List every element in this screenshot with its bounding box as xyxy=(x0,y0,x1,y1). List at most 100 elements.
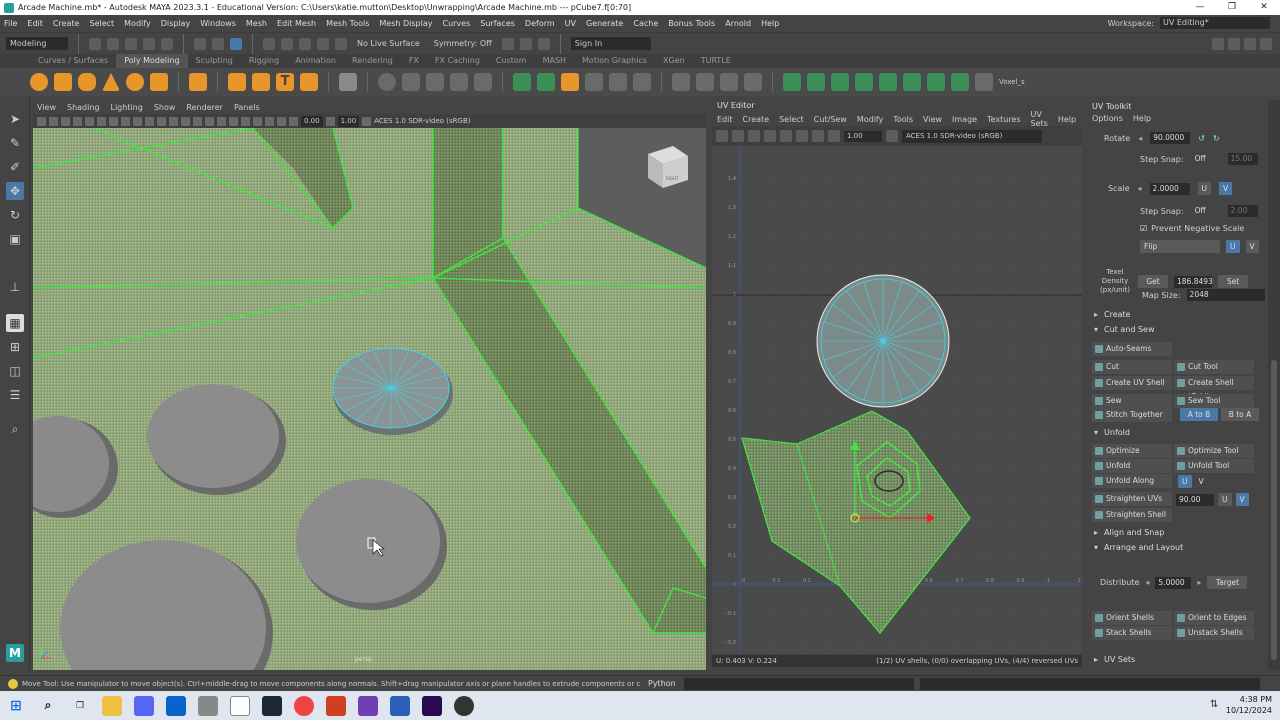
vp-menu-view[interactable]: View xyxy=(37,103,56,112)
exposure-field[interactable]: 0.00 xyxy=(301,115,323,127)
menuset-dropdown[interactable]: Modeling xyxy=(6,37,68,50)
word-icon[interactable] xyxy=(390,695,410,716)
premiere-icon[interactable] xyxy=(422,695,442,716)
b-to-a-button[interactable]: B to A xyxy=(1221,408,1259,421)
pause-icon[interactable] xyxy=(537,37,550,50)
system-clock[interactable]: 4:38 PM 10/12/2024 xyxy=(1226,694,1272,716)
shelf-tab-fx-caching[interactable]: FX Caching xyxy=(427,54,488,68)
menu-generate[interactable]: Generate xyxy=(586,19,623,28)
menu-curves[interactable]: Curves xyxy=(442,19,470,28)
flip-button[interactable]: Flip xyxy=(1140,240,1220,253)
unfold-along-v-button[interactable]: V xyxy=(1195,475,1208,488)
task-view-icon[interactable]: ❐ xyxy=(70,696,90,716)
uv-menu-modify[interactable]: Modify xyxy=(857,115,884,124)
optimize-button[interactable]: Optimize xyxy=(1092,444,1172,458)
menu-deform[interactable]: Deform xyxy=(525,19,555,28)
redo-icon[interactable] xyxy=(161,37,173,50)
maximize-button[interactable]: ❐ xyxy=(1216,0,1248,15)
flip-v-button[interactable]: V xyxy=(1245,240,1259,253)
select-hierarchy-icon[interactable] xyxy=(194,37,206,50)
chrome-icon[interactable] xyxy=(294,695,314,716)
safe-action-icon[interactable] xyxy=(145,116,154,126)
open-scene-icon[interactable] xyxy=(107,37,119,50)
step-snap-value-1[interactable]: 15.00 xyxy=(1227,153,1258,165)
uv-menu-create[interactable]: Create xyxy=(743,115,770,124)
append-polygon-icon[interactable] xyxy=(633,73,651,91)
menu-surfaces[interactable]: Surfaces xyxy=(480,19,515,28)
shelf-tab-rigging[interactable]: Rigging xyxy=(241,54,287,68)
section-cut-sew[interactable]: ▾ Cut and Sew xyxy=(1088,325,1268,334)
github-desktop-icon[interactable] xyxy=(454,695,474,716)
combine-icon[interactable] xyxy=(378,73,396,91)
sweep-mesh-icon[interactable] xyxy=(252,73,270,91)
menu-bonus-tools[interactable]: Bonus Tools xyxy=(668,19,715,28)
bevel-icon[interactable] xyxy=(561,73,579,91)
rotate-cw-icon[interactable]: ↻ xyxy=(1213,134,1220,143)
uv-menu-edit[interactable]: Edit xyxy=(717,115,733,124)
straighten-shell-button[interactable]: Straighten Shell xyxy=(1092,508,1172,522)
section-uv-sets[interactable]: ▸ UV Sets xyxy=(1088,655,1268,664)
unfold-tool-button[interactable]: Unfold Tool xyxy=(1174,459,1254,473)
straighten-uvs-button[interactable]: Straighten UVs xyxy=(1092,492,1172,506)
file-explorer-icon[interactable] xyxy=(102,695,122,716)
orient-shells-button[interactable]: Orient Shells xyxy=(1092,611,1172,625)
snap-point-icon[interactable] xyxy=(299,37,311,50)
sew-tool-button[interactable]: Sew Tool xyxy=(1174,394,1254,408)
symmetry-dropdown[interactable]: Symmetry: Off xyxy=(430,37,496,50)
paint-select-icon[interactable]: ✐ xyxy=(6,158,24,176)
scale-v-button[interactable]: V xyxy=(1219,182,1233,195)
outlook-icon[interactable] xyxy=(166,695,186,716)
channel-box-icon[interactable] xyxy=(1260,37,1272,50)
command-line-input[interactable] xyxy=(683,677,914,690)
menu-cache[interactable]: Cache xyxy=(633,19,658,28)
vp-menu-show[interactable]: Show xyxy=(154,103,176,112)
teams-icon[interactable] xyxy=(358,695,378,716)
smooth-shade-icon[interactable] xyxy=(181,116,190,126)
crease-icon[interactable] xyxy=(927,73,945,91)
uv-menu-image[interactable]: Image xyxy=(952,115,977,124)
snipping-tool-icon[interactable] xyxy=(198,695,218,716)
menu-mesh-tools[interactable]: Mesh Tools xyxy=(326,19,369,28)
straighten-v-button[interactable]: V xyxy=(1235,493,1249,506)
separate-icon[interactable] xyxy=(402,73,420,91)
ipr-icon[interactable] xyxy=(519,37,532,50)
menu-file[interactable]: File xyxy=(4,19,17,28)
orient-to-edges-button[interactable]: Orient to Edges xyxy=(1174,611,1254,625)
render-icon[interactable] xyxy=(501,37,514,50)
menu-arnold[interactable]: Arnold xyxy=(725,19,751,28)
ambient-occlusion-icon[interactable] xyxy=(229,116,238,126)
search-icon[interactable]: ⌕ xyxy=(38,696,58,716)
menu-display[interactable]: Display xyxy=(161,19,191,28)
texel-get-button[interactable]: Get xyxy=(1138,275,1168,288)
undo-icon[interactable] xyxy=(143,37,155,50)
poly-cube-icon[interactable] xyxy=(54,73,72,91)
rotate-tool-icon[interactable]: ↻ xyxy=(6,206,24,224)
shelf-tab-rendering[interactable]: Rendering xyxy=(344,54,401,68)
multi-cut-icon[interactable] xyxy=(672,73,690,91)
uv-menu-tools[interactable]: Tools xyxy=(893,115,913,124)
viewport-colorspace[interactable]: ACES 1.0 SDR-video (sRGB) xyxy=(374,117,470,125)
vp-menu-renderer[interactable]: Renderer xyxy=(186,103,223,112)
fill-hole-icon[interactable] xyxy=(609,73,627,91)
save-scene-icon[interactable] xyxy=(125,37,137,50)
bookmark-icon[interactable] xyxy=(61,116,70,126)
vp-menu-panels[interactable]: Panels xyxy=(234,103,260,112)
attribute-editor-icon[interactable] xyxy=(1228,37,1240,50)
tk-menu-help[interactable]: Help xyxy=(1133,114,1151,123)
poly-cylinder-icon[interactable] xyxy=(78,73,96,91)
menu-mesh[interactable]: Mesh xyxy=(246,19,267,28)
menu-create[interactable]: Create xyxy=(53,19,80,28)
color-management-icon[interactable] xyxy=(362,116,372,126)
uv-distortion-icon[interactable] xyxy=(748,130,760,142)
sew-button[interactable]: Sew xyxy=(1092,394,1172,408)
shelf-tab-poly-modeling[interactable]: Poly Modeling xyxy=(116,54,188,68)
snap-curve-icon[interactable] xyxy=(281,37,293,50)
poly-torus-icon[interactable] xyxy=(126,73,144,91)
uv-colorspace-icon[interactable] xyxy=(886,130,898,142)
shelf-tab-xgen[interactable]: XGen xyxy=(655,54,693,68)
uv-menu-textures[interactable]: Textures xyxy=(987,115,1020,124)
camera-icon[interactable] xyxy=(37,116,46,126)
uv-image-icon[interactable] xyxy=(812,130,824,142)
poly-sphere-icon[interactable] xyxy=(30,73,48,91)
image-plane-icon[interactable] xyxy=(73,116,82,126)
